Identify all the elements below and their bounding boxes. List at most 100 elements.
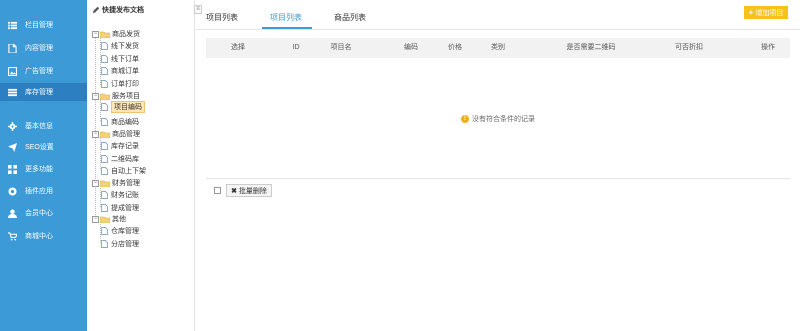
- sidebar: 栏目管理 内容管理 广告管理 库存管理 基本信息 SEO设置 更多功能 插件应用…: [0, 0, 87, 331]
- user-icon: [7, 208, 17, 218]
- tab-project-list[interactable]: 项目列表: [270, 12, 302, 23]
- file-icon: [101, 204, 108, 212]
- tree-item-goods-code[interactable]: 商品编码: [101, 117, 139, 127]
- batch-delete-button[interactable]: ✖ 批量删除: [226, 184, 272, 197]
- tree-item-auto-shelf[interactable]: 自动上下架: [101, 166, 146, 176]
- table-header: 选择 ID 项目名 编码 价格 类别 是否需要二维码 可否折扣 操作: [206, 38, 790, 58]
- nav-item-mall-center[interactable]: 商城中心: [0, 227, 87, 245]
- column-header-actions[interactable]: 操作: [758, 38, 778, 58]
- plus-icon: +: [748, 8, 754, 17]
- tree-item-offline-orders[interactable]: 线下订单: [101, 54, 139, 64]
- nav-item-label: 更多功能: [25, 166, 53, 173]
- collapse-toggle-icon[interactable]: −: [92, 179, 99, 187]
- folder-icon: [100, 180, 110, 187]
- warning-icon: !: [461, 115, 469, 123]
- column-header-select[interactable]: 选择: [226, 38, 250, 58]
- tree-item-project-code[interactable]: 项目编码: [101, 101, 145, 113]
- tree-item-commission-management[interactable]: 提成管理: [101, 203, 139, 213]
- tree-folder-service-items[interactable]: − 服务项目: [92, 91, 140, 101]
- inventory-icon: [7, 87, 17, 97]
- file-icon: [101, 155, 108, 163]
- folder-icon: [100, 216, 110, 223]
- file-icon: [101, 118, 108, 126]
- folder-icon: [100, 31, 110, 38]
- gear-icon: [7, 121, 17, 131]
- plugin-icon: [7, 186, 17, 196]
- select-all-checkbox[interactable]: [214, 187, 221, 194]
- file-icon: [101, 67, 108, 75]
- tree-item-order-print[interactable]: 订单打印: [101, 79, 139, 89]
- tree-item-accounting[interactable]: 财务记账: [101, 190, 139, 200]
- tree-item-branch-management[interactable]: 分店管理: [101, 239, 139, 249]
- tree-folder-goods-shipping[interactable]: − 商品发货: [92, 29, 140, 39]
- nav-item-seo-settings[interactable]: SEO设置: [0, 138, 87, 156]
- nav-item-label: 商城中心: [25, 233, 53, 240]
- main-content: 项目列表 项目列表 商品列表 + 增加项目 选择 ID 项目名 编码 价格 类别…: [196, 0, 800, 331]
- nav-item-more-features[interactable]: 更多功能: [0, 160, 87, 178]
- file-icon: [101, 240, 108, 248]
- file-icon: [101, 80, 108, 88]
- tree-folder-goods-management[interactable]: − 商品管理: [92, 129, 140, 139]
- document-icon: [7, 43, 17, 53]
- folder-icon: [100, 93, 110, 100]
- tree-item-qrcode-library[interactable]: 二维码库: [101, 154, 139, 164]
- image-icon: [7, 66, 17, 76]
- nav-item-label: 广告管理: [25, 68, 53, 75]
- tab-goods-list[interactable]: 商品列表: [334, 12, 366, 23]
- nav-item-inventory-management[interactable]: 库存管理: [0, 83, 87, 101]
- file-icon: [101, 103, 108, 111]
- close-icon: ✖: [231, 187, 237, 195]
- collapse-toggle-icon[interactable]: −: [92, 92, 99, 100]
- column-header-category[interactable]: 类别: [488, 38, 508, 58]
- send-icon: [7, 142, 17, 152]
- nav-item-label: 内容管理: [25, 45, 53, 52]
- nav-item-member-center[interactable]: 会员中心: [0, 204, 87, 222]
- app-window: 栏目管理 内容管理 广告管理 库存管理 基本信息 SEO设置 更多功能 插件应用…: [0, 0, 800, 331]
- nav-item-basic-info[interactable]: 基本信息: [0, 117, 87, 135]
- empty-state: ! 没有符合条件的记录: [461, 114, 535, 124]
- file-icon: [101, 191, 108, 199]
- file-icon: [101, 55, 108, 63]
- list-icon: [7, 20, 17, 30]
- tree-folder-finance-management[interactable]: − 财务管理: [92, 178, 140, 188]
- collapse-toggle-icon[interactable]: −: [92, 215, 99, 223]
- folder-icon: [100, 131, 110, 138]
- breadcrumb: 项目列表: [206, 13, 238, 22]
- file-icon: [101, 167, 108, 175]
- quick-publish-tree: 快捷发布文档 ≡ − 商品发货 线下发货 线下订单 商城订单 订单打印 − 服务…: [87, 0, 202, 331]
- nav-item-ad-management[interactable]: 广告管理: [0, 62, 87, 80]
- tree-item-stock-records[interactable]: 库存记录: [101, 141, 139, 151]
- cart-icon: [7, 231, 17, 241]
- file-icon: [101, 42, 108, 50]
- column-header-project-name[interactable]: 项目名: [328, 38, 354, 58]
- empty-state-message: 没有符合条件的记录: [472, 116, 535, 123]
- column-header-code[interactable]: 编码: [401, 38, 421, 58]
- nav-item-label: 栏目管理: [25, 22, 53, 29]
- add-project-button-label: 增加项目: [755, 9, 784, 17]
- nav-item-label: SEO设置: [25, 144, 54, 151]
- nav-item-column-management[interactable]: 栏目管理: [0, 16, 87, 34]
- file-icon: [101, 227, 108, 235]
- nav-item-label: 基本信息: [25, 123, 53, 130]
- tree-folder-other[interactable]: − 其他: [92, 214, 126, 224]
- column-header-needs-qrcode[interactable]: 是否需要二维码: [556, 38, 626, 58]
- batch-delete-label: 批量删除: [238, 187, 267, 195]
- nav-item-label: 插件应用: [25, 188, 53, 195]
- nav-item-label: 库存管理: [25, 89, 53, 96]
- add-project-button[interactable]: + 增加项目: [744, 6, 788, 19]
- nav-item-content-management[interactable]: 内容管理: [0, 39, 87, 57]
- column-header-id[interactable]: ID: [290, 38, 302, 58]
- tree-item-mall-orders[interactable]: 商城订单: [101, 66, 139, 76]
- collapse-toggle-icon[interactable]: −: [92, 30, 99, 38]
- column-header-price[interactable]: 价格: [445, 38, 465, 58]
- table-bottom-divider: [206, 178, 790, 179]
- file-icon: [101, 142, 108, 150]
- nav-item-label: 会员中心: [25, 210, 53, 217]
- tree-item-offline-shipping[interactable]: 线下发货: [101, 41, 139, 51]
- column-header-discountable[interactable]: 可否折扣: [671, 38, 707, 58]
- header-divider: [196, 29, 800, 30]
- nav-item-plugins[interactable]: 插件应用: [0, 182, 87, 200]
- collapse-toggle-icon[interactable]: −: [92, 130, 99, 138]
- grid-icon: [7, 164, 17, 174]
- tree-item-warehouse-management[interactable]: 仓库管理: [101, 226, 139, 236]
